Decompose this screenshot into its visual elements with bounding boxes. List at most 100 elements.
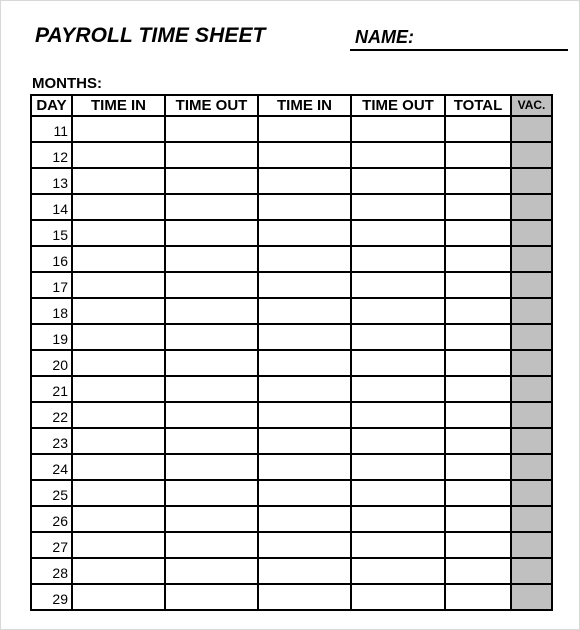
- time-out-2-cell[interactable]: [350, 323, 446, 351]
- time-out-2-cell[interactable]: [350, 557, 446, 585]
- time-out-1-cell[interactable]: [164, 479, 259, 507]
- total-cell[interactable]: [444, 479, 512, 507]
- time-in-1-cell[interactable]: [71, 115, 166, 143]
- total-cell[interactable]: [444, 115, 512, 143]
- time-out-1-cell[interactable]: [164, 141, 259, 169]
- time-in-1-cell[interactable]: [71, 479, 166, 507]
- time-out-1-cell[interactable]: [164, 167, 259, 195]
- time-in-1-cell[interactable]: [71, 297, 166, 325]
- time-in-1-cell[interactable]: [71, 141, 166, 169]
- total-cell[interactable]: [444, 531, 512, 559]
- vacation-cell[interactable]: [510, 401, 553, 429]
- time-out-2-cell[interactable]: [350, 427, 446, 455]
- time-out-1-cell[interactable]: [164, 349, 259, 377]
- time-out-1-cell[interactable]: [164, 115, 259, 143]
- time-in-1-cell[interactable]: [71, 531, 166, 559]
- time-in-2-cell[interactable]: [257, 167, 352, 195]
- time-out-2-cell[interactable]: [350, 271, 446, 299]
- vacation-cell[interactable]: [510, 323, 553, 351]
- total-cell[interactable]: [444, 193, 512, 221]
- total-cell[interactable]: [444, 505, 512, 533]
- time-in-1-cell[interactable]: [71, 193, 166, 221]
- time-out-2-cell[interactable]: [350, 375, 446, 403]
- time-out-1-cell[interactable]: [164, 427, 259, 455]
- time-out-2-cell[interactable]: [350, 115, 446, 143]
- time-in-1-cell[interactable]: [71, 401, 166, 429]
- vacation-cell[interactable]: [510, 427, 553, 455]
- vacation-cell[interactable]: [510, 453, 553, 481]
- time-out-1-cell[interactable]: [164, 375, 259, 403]
- time-in-2-cell[interactable]: [257, 583, 352, 611]
- time-in-2-cell[interactable]: [257, 141, 352, 169]
- time-out-1-cell[interactable]: [164, 297, 259, 325]
- time-out-1-cell[interactable]: [164, 271, 259, 299]
- time-out-2-cell[interactable]: [350, 219, 446, 247]
- total-cell[interactable]: [444, 167, 512, 195]
- time-out-1-cell[interactable]: [164, 219, 259, 247]
- time-in-2-cell[interactable]: [257, 219, 352, 247]
- time-in-2-cell[interactable]: [257, 297, 352, 325]
- time-in-1-cell[interactable]: [71, 167, 166, 195]
- time-out-1-cell[interactable]: [164, 245, 259, 273]
- total-cell[interactable]: [444, 323, 512, 351]
- time-out-1-cell[interactable]: [164, 193, 259, 221]
- time-out-1-cell[interactable]: [164, 531, 259, 559]
- time-in-2-cell[interactable]: [257, 245, 352, 273]
- time-out-1-cell[interactable]: [164, 557, 259, 585]
- time-out-2-cell[interactable]: [350, 193, 446, 221]
- total-cell[interactable]: [444, 297, 512, 325]
- time-in-2-cell[interactable]: [257, 193, 352, 221]
- time-in-2-cell[interactable]: [257, 557, 352, 585]
- time-in-2-cell[interactable]: [257, 401, 352, 429]
- total-cell[interactable]: [444, 427, 512, 455]
- time-in-2-cell[interactable]: [257, 115, 352, 143]
- time-in-2-cell[interactable]: [257, 375, 352, 403]
- vacation-cell[interactable]: [510, 193, 553, 221]
- time-out-2-cell[interactable]: [350, 583, 446, 611]
- time-in-2-cell[interactable]: [257, 479, 352, 507]
- total-cell[interactable]: [444, 375, 512, 403]
- vacation-cell[interactable]: [510, 219, 553, 247]
- time-in-2-cell[interactable]: [257, 453, 352, 481]
- time-out-2-cell[interactable]: [350, 453, 446, 481]
- vacation-cell[interactable]: [510, 245, 553, 273]
- time-in-1-cell[interactable]: [71, 271, 166, 299]
- vacation-cell[interactable]: [510, 349, 553, 377]
- time-out-2-cell[interactable]: [350, 349, 446, 377]
- time-out-1-cell[interactable]: [164, 453, 259, 481]
- time-out-1-cell[interactable]: [164, 323, 259, 351]
- vacation-cell[interactable]: [510, 557, 553, 585]
- time-in-1-cell[interactable]: [71, 557, 166, 585]
- time-in-1-cell[interactable]: [71, 505, 166, 533]
- total-cell[interactable]: [444, 349, 512, 377]
- time-in-1-cell[interactable]: [71, 427, 166, 455]
- vacation-cell[interactable]: [510, 141, 553, 169]
- time-out-1-cell[interactable]: [164, 505, 259, 533]
- total-cell[interactable]: [444, 583, 512, 611]
- time-in-1-cell[interactable]: [71, 219, 166, 247]
- total-cell[interactable]: [444, 557, 512, 585]
- vacation-cell[interactable]: [510, 297, 553, 325]
- time-out-1-cell[interactable]: [164, 401, 259, 429]
- vacation-cell[interactable]: [510, 505, 553, 533]
- time-out-2-cell[interactable]: [350, 167, 446, 195]
- time-out-2-cell[interactable]: [350, 245, 446, 273]
- total-cell[interactable]: [444, 245, 512, 273]
- time-in-1-cell[interactable]: [71, 245, 166, 273]
- time-in-2-cell[interactable]: [257, 505, 352, 533]
- vacation-cell[interactable]: [510, 115, 553, 143]
- time-in-1-cell[interactable]: [71, 349, 166, 377]
- total-cell[interactable]: [444, 453, 512, 481]
- time-out-2-cell[interactable]: [350, 531, 446, 559]
- time-in-1-cell[interactable]: [71, 583, 166, 611]
- total-cell[interactable]: [444, 271, 512, 299]
- time-in-2-cell[interactable]: [257, 427, 352, 455]
- time-out-1-cell[interactable]: [164, 583, 259, 611]
- time-out-2-cell[interactable]: [350, 479, 446, 507]
- vacation-cell[interactable]: [510, 583, 553, 611]
- vacation-cell[interactable]: [510, 271, 553, 299]
- time-in-2-cell[interactable]: [257, 531, 352, 559]
- time-in-1-cell[interactable]: [71, 453, 166, 481]
- time-in-1-cell[interactable]: [71, 323, 166, 351]
- vacation-cell[interactable]: [510, 531, 553, 559]
